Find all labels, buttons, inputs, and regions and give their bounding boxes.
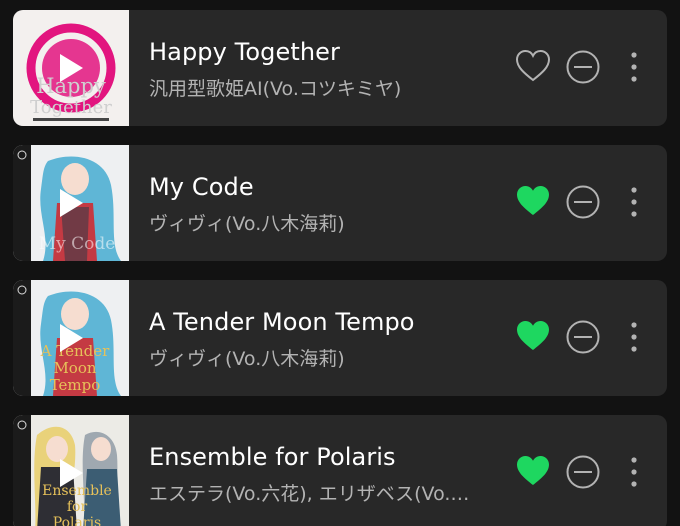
cover-text: Moon (53, 359, 96, 377)
heart-filled-icon[interactable] (515, 184, 551, 218)
cover-text: for (67, 499, 88, 515)
track-row[interactable]: A Tender Moon Tempo A Tender Moon Tempo … (13, 280, 667, 396)
play-icon[interactable] (57, 457, 85, 489)
track-row[interactable]: Happy Together Happy Together 汎用型歌姫AI(Vo… (13, 10, 667, 126)
remove-circle-icon[interactable] (566, 50, 600, 84)
heart-filled-icon[interactable] (515, 319, 551, 353)
album-cover[interactable]: Happy Together (13, 10, 129, 126)
heart-filled-icon[interactable] (515, 454, 551, 488)
track-title: Ensemble for Polaris (149, 443, 396, 471)
play-icon[interactable] (57, 52, 85, 84)
album-cover[interactable]: My Code (13, 145, 129, 261)
cover-text: Polaris (53, 515, 101, 526)
more-options-icon[interactable] (624, 455, 644, 489)
track-list: Happy Together Happy Together 汎用型歌姫AI(Vo… (0, 0, 680, 526)
more-options-icon[interactable] (624, 320, 644, 354)
track-title: My Code (149, 173, 254, 201)
remove-circle-icon[interactable] (566, 455, 600, 489)
track-artist[interactable]: ヴィヴィ(Vo.八木海莉) (149, 209, 489, 236)
play-icon[interactable] (57, 187, 85, 219)
track-row[interactable]: My Code My Code ヴィヴィ(Vo.八木海莉) (13, 145, 667, 261)
cover-text: Tempo (50, 376, 101, 394)
track-title: A Tender Moon Tempo (149, 308, 415, 336)
track-artist[interactable]: エステラ(Vo.六花), エリザベス(Vo.… (149, 479, 489, 506)
album-cover[interactable]: Ensemble for Polaris (13, 415, 129, 526)
track-title: Happy Together (149, 38, 340, 66)
track-row[interactable]: Ensemble for Polaris Ensemble for Polari… (13, 415, 667, 526)
track-artist[interactable]: 汎用型歌姫AI(Vo.コツキミヤ) (149, 74, 489, 101)
album-cover[interactable]: A Tender Moon Tempo (13, 280, 129, 396)
remove-circle-icon[interactable] (566, 185, 600, 219)
more-options-icon[interactable] (624, 50, 644, 84)
remove-circle-icon[interactable] (566, 320, 600, 354)
heart-outline-icon[interactable] (515, 49, 551, 83)
cover-text: My Code (39, 234, 116, 254)
play-icon[interactable] (57, 322, 85, 354)
cover-text: Together (30, 97, 112, 118)
track-artist[interactable]: ヴィヴィ(Vo.八木海莉) (149, 344, 489, 371)
more-options-icon[interactable] (624, 185, 644, 219)
